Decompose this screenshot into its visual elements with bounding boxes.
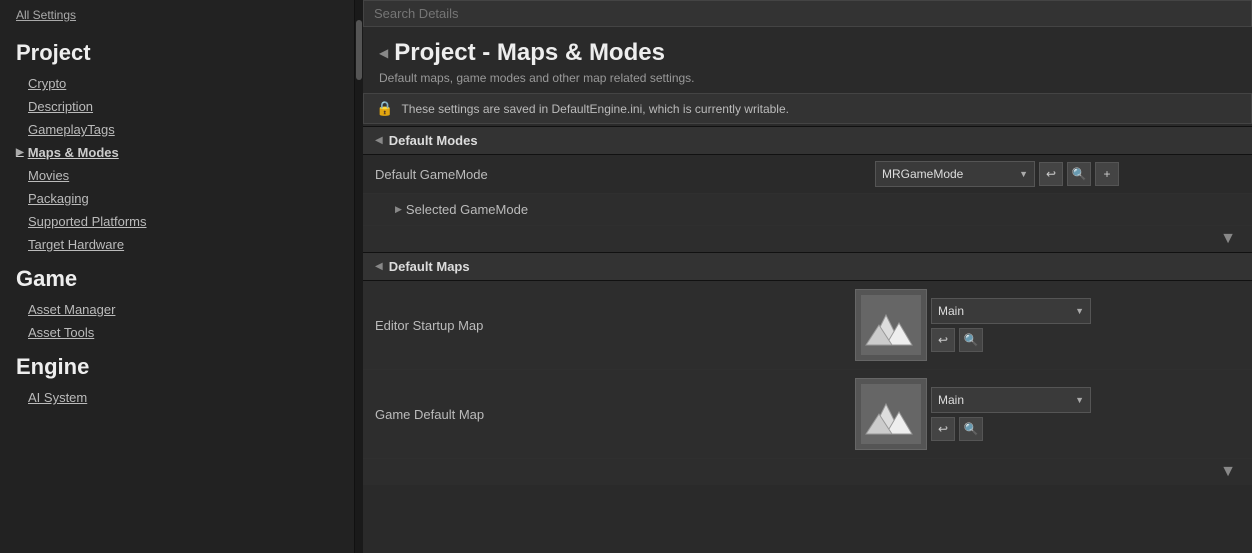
sidebar-item-gameplay-tags[interactable]: GameplayTags	[0, 118, 354, 141]
editor-search-icon: 🔍	[964, 333, 979, 347]
editor-reset-icon: ↩	[938, 333, 948, 347]
default-modes-arrow-icon: ◀	[375, 135, 383, 146]
main-content: ◀ Project - Maps & Modes Default maps, g…	[363, 0, 1252, 553]
dropdown-arrow-icon: ▼	[1019, 169, 1028, 179]
game-default-map-thumbnail	[855, 378, 927, 450]
sidebar: All Settings Project Crypto Description …	[0, 0, 355, 553]
game-map-thumbnail-svg	[861, 384, 921, 444]
page-header: ◀ Project - Maps & Modes Default maps, g…	[363, 27, 1252, 93]
info-bar: 🔒 These settings are saved in DefaultEng…	[363, 93, 1252, 124]
game-default-map-dropdown-col: Main ▼ ↩ 🔍	[931, 387, 1091, 441]
sidebar-item-asset-manager[interactable]: Asset Manager	[0, 298, 354, 321]
game-default-map-dropdown[interactable]: Main ▼	[931, 387, 1091, 413]
editor-startup-map-thumbnail	[855, 289, 927, 361]
project-section-header: Project	[0, 30, 354, 72]
maps-scroll-indicator: ▼	[363, 459, 1252, 485]
selected-gamemode-label: ▶ Selected GameMode	[375, 202, 875, 217]
all-settings-link[interactable]: All Settings	[0, 0, 354, 30]
default-modes-title: Default Modes	[389, 133, 478, 148]
game-default-map-controls: Main ▼ ↩ 🔍	[855, 378, 1240, 450]
editor-startup-map-controls: Main ▼ ↩ 🔍	[855, 289, 1240, 361]
editor-startup-map-label: Editor Startup Map	[375, 318, 855, 333]
game-default-map-row: Game Default Map Main ▼	[363, 370, 1252, 459]
sidebar-item-maps-modes[interactable]: ▶ Maps & Modes	[0, 141, 354, 164]
sidebar-item-crypto[interactable]: Crypto	[0, 72, 354, 95]
editor-map-search-button[interactable]: 🔍	[959, 328, 983, 352]
page-title-arrow-icon: ◀	[379, 46, 388, 60]
editor-startup-dropdown-row: Main ▼	[931, 298, 1091, 324]
editor-startup-map-dropdown[interactable]: Main ▼	[931, 298, 1091, 324]
sidebar-scrollbar-thumb[interactable]	[356, 20, 362, 80]
sidebar-item-asset-tools[interactable]: Asset Tools	[0, 321, 354, 344]
sidebar-item-packaging[interactable]: Packaging	[0, 187, 354, 210]
editor-startup-map-row: Editor Startup Map Main ▼	[363, 281, 1252, 370]
reset-icon: ↩	[1046, 167, 1056, 181]
default-maps-section-header: ◀ Default Maps	[363, 252, 1252, 281]
search-icon: 🔍	[1072, 167, 1087, 181]
default-gamemode-controls: MRGameMode ▼ ↩ 🔍 +	[875, 161, 1240, 187]
default-gamemode-dropdown[interactable]: MRGameMode ▼	[875, 161, 1035, 187]
editor-dropdown-arrow-icon: ▼	[1075, 306, 1084, 316]
game-map-reset-button[interactable]: ↩	[931, 417, 955, 441]
sidebar-item-description[interactable]: Description	[0, 95, 354, 118]
engine-section-header: Engine	[0, 344, 354, 386]
game-section-header: Game	[0, 256, 354, 298]
expand-arrow-icon: ▶	[395, 204, 402, 215]
scroll-down-icon: ▼	[1220, 230, 1236, 248]
selected-gamemode-row: ▶ Selected GameMode	[363, 194, 1252, 226]
search-input[interactable]	[363, 0, 1252, 27]
gamemode-add-button[interactable]: +	[1095, 162, 1119, 186]
lock-icon: 🔒	[376, 100, 393, 117]
sidebar-item-movies[interactable]: Movies	[0, 164, 354, 187]
default-maps-title: Default Maps	[389, 259, 470, 274]
game-default-actions-row: ↩ 🔍	[931, 417, 1091, 441]
game-default-dropdown-row: Main ▼	[931, 387, 1091, 413]
editor-map-reset-button[interactable]: ↩	[931, 328, 955, 352]
default-gamemode-row: Default GameMode MRGameMode ▼ ↩ 🔍 +	[363, 155, 1252, 194]
page-subtitle: Default maps, game modes and other map r…	[379, 71, 1236, 85]
gamemode-reset-button[interactable]: ↩	[1039, 162, 1063, 186]
editor-startup-actions-row: ↩ 🔍	[931, 328, 1091, 352]
sidebar-item-ai-system[interactable]: AI System	[0, 386, 354, 409]
add-icon: +	[1103, 167, 1110, 181]
gamemode-search-button[interactable]: 🔍	[1067, 162, 1091, 186]
game-map-search-button[interactable]: 🔍	[959, 417, 983, 441]
maps-scroll-down-icon: ▼	[1220, 463, 1236, 481]
game-default-map-value: Main	[938, 393, 964, 407]
default-modes-section-header: ◀ Default Modes	[363, 126, 1252, 155]
maps-modes-arrow-icon: ▶	[16, 147, 24, 158]
editor-startup-map-value: Main	[938, 304, 964, 318]
default-gamemode-label: Default GameMode	[375, 167, 875, 182]
info-message: These settings are saved in DefaultEngin…	[401, 102, 789, 116]
game-search-icon: 🔍	[964, 422, 979, 436]
game-reset-icon: ↩	[938, 422, 948, 436]
default-gamemode-value: MRGameMode	[882, 167, 963, 181]
game-dropdown-arrow-icon: ▼	[1075, 395, 1084, 405]
sidebar-item-maps-modes-label: Maps & Modes	[28, 145, 119, 160]
map-thumbnail-svg	[861, 295, 921, 355]
default-maps-arrow-icon: ◀	[375, 261, 383, 272]
page-title: Project - Maps & Modes	[394, 39, 665, 67]
sidebar-item-target-hardware[interactable]: Target Hardware	[0, 233, 354, 256]
editor-startup-map-dropdown-col: Main ▼ ↩ 🔍	[931, 298, 1091, 352]
content-area: ◀ Default Modes Default GameMode MRGameM…	[363, 126, 1252, 553]
sidebar-scrollbar[interactable]	[355, 0, 363, 553]
modes-scroll-indicator: ▼	[363, 226, 1252, 252]
game-default-map-label: Game Default Map	[375, 407, 855, 422]
sidebar-item-supported-platforms[interactable]: Supported Platforms	[0, 210, 354, 233]
